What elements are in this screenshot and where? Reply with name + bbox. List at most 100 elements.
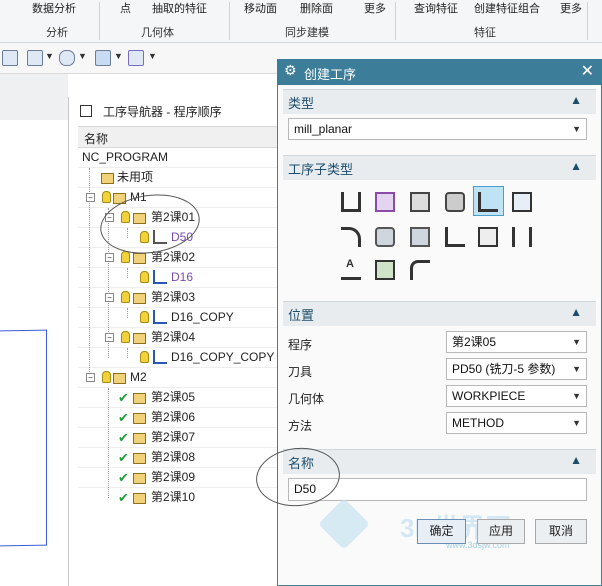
type-select[interactable]: mill_planar ▼ <box>288 118 587 140</box>
cube-icon[interactable] <box>95 50 111 66</box>
planar-text-icon[interactable]: A <box>341 258 361 280</box>
folder-icon <box>133 473 146 484</box>
shading-icon[interactable] <box>59 50 75 66</box>
face-milling-icon[interactable] <box>410 192 430 212</box>
ribbon-move-face[interactable]: 移动面 <box>244 0 277 16</box>
tree-row-nc-program[interactable]: NC_PROGRAM <box>82 147 168 167</box>
folder-icon <box>133 413 146 424</box>
collapse-icon[interactable]: − <box>105 253 114 262</box>
chevron-down-icon[interactable]: ▼ <box>148 51 157 61</box>
ribbon-create-feature-group[interactable]: 创建特征组合 <box>474 0 540 16</box>
ribbon-group-analysis: 分析 <box>46 27 68 39</box>
check-icon: ✔ <box>118 410 129 425</box>
cancel-button[interactable]: 取消 <box>535 519 587 544</box>
part-outline <box>0 329 47 547</box>
tree-row-lesson-09[interactable]: 第2课09 <box>151 467 195 487</box>
floor-wall-icon[interactable] <box>341 192 361 212</box>
chevron-down-icon[interactable]: ▼ <box>114 51 123 61</box>
collapse-up-icon[interactable]: ▲ <box>570 453 582 467</box>
tree-row-lesson-05[interactable]: 第2课05 <box>151 387 195 407</box>
folder-icon <box>101 173 114 184</box>
finish-walls-icon[interactable] <box>375 227 395 247</box>
ribbon-query-feature[interactable]: 查询特征 <box>414 0 458 16</box>
geometry-select[interactable]: WORKPIECE ▼ <box>446 385 587 407</box>
method-select[interactable]: METHOD ▼ <box>446 412 587 434</box>
chevron-down-icon[interactable]: ▼ <box>78 51 87 61</box>
tool-label: 刀具 <box>288 365 313 379</box>
bulb-icon <box>121 251 130 263</box>
check-icon: ✔ <box>118 470 129 485</box>
folder-icon <box>133 453 146 464</box>
tree-row-lesson-03[interactable]: 第2课03 <box>151 287 195 307</box>
column-header[interactable]: 名称 <box>78 126 280 148</box>
section-location-header[interactable]: ▲ <box>283 301 596 326</box>
bulb-icon <box>140 311 149 323</box>
bulb-icon <box>121 331 130 343</box>
tree-row-unused[interactable]: 未用项 <box>117 167 153 187</box>
calendar-icon[interactable] <box>27 50 43 66</box>
chevron-down-icon[interactable]: ▼ <box>45 51 54 61</box>
collapse-icon[interactable]: − <box>86 373 95 382</box>
collapse-up-icon[interactable]: ▲ <box>570 159 582 173</box>
face-milling-manual-icon[interactable] <box>445 192 465 212</box>
section-subtype-label: 工序子类型 <box>288 162 354 177</box>
check-icon: ✔ <box>118 490 129 505</box>
planar-mill-icon[interactable] <box>478 192 498 212</box>
view-icon[interactable] <box>2 50 18 66</box>
tree-row-lesson-07[interactable]: 第2课07 <box>151 427 195 447</box>
tree-row-lesson-04[interactable]: 第2课04 <box>151 327 195 347</box>
tool-select[interactable]: PD50 (铣刀-5 参数) ▼ <box>446 358 587 380</box>
ok-button[interactable]: 确定 <box>417 519 466 544</box>
tree-row-lesson-10[interactable]: 第2课10 <box>151 487 195 507</box>
column-header-name: 名称 <box>84 132 109 146</box>
tree-row-m2[interactable]: M2 <box>130 367 147 387</box>
method-select-value: METHOD <box>452 416 504 430</box>
floor-wall-ipw-icon[interactable] <box>375 192 395 212</box>
thread-milling-icon[interactable] <box>512 227 532 247</box>
apply-button[interactable]: 应用 <box>477 519 525 544</box>
close-icon[interactable]: ✕ <box>581 61 594 81</box>
navigator-toggle-icon[interactable] <box>80 105 92 117</box>
collapse-icon[interactable]: − <box>105 333 114 342</box>
program-select[interactable]: 第2课05 ▼ <box>446 331 587 353</box>
collapse-up-icon[interactable]: ▲ <box>570 93 582 107</box>
tree-row-d16-copy[interactable]: D16_COPY <box>171 307 234 327</box>
ribbon-more-2[interactable]: 更多 <box>560 0 582 16</box>
tree-row-lesson-08[interactable]: 第2课08 <box>151 447 195 467</box>
tree-row-lesson-06[interactable]: 第2课06 <box>151 407 195 427</box>
folder-icon <box>133 333 146 344</box>
section-type-label: 类型 <box>288 96 315 111</box>
planar-profile-icon[interactable] <box>512 192 532 212</box>
filter-icon[interactable] <box>128 50 144 66</box>
ribbon-delete-face[interactable]: 删除面 <box>300 0 333 16</box>
ribbon-group-geometry: 几何体 <box>141 27 174 39</box>
tree-row-d16[interactable]: D16 <box>171 267 193 287</box>
groove-milling-icon[interactable] <box>445 227 465 247</box>
section-type-header[interactable]: ▲ <box>283 89 596 114</box>
bulb-icon <box>102 191 111 203</box>
mill-control-icon[interactable] <box>375 260 395 280</box>
collapse-icon[interactable]: − <box>86 193 95 202</box>
program-label: 程序 <box>288 338 313 352</box>
chevron-down-icon: ▼ <box>572 124 581 134</box>
finish-floor-icon[interactable] <box>410 227 430 247</box>
chevron-down-icon: ▼ <box>572 418 581 428</box>
check-icon: ✔ <box>118 390 129 405</box>
folder-icon <box>133 293 146 304</box>
type-select-value: mill_planar <box>294 122 353 136</box>
hole-milling-icon[interactable] <box>478 227 498 247</box>
dialog-titlebar[interactable]: ⚙ 创建工序 ✕ <box>277 59 602 85</box>
collapse-icon[interactable]: − <box>105 293 114 302</box>
ribbon-extract-feature[interactable]: 抽取的特征 <box>152 0 207 16</box>
mill-user-icon[interactable] <box>410 260 430 280</box>
collapse-up-icon[interactable]: ▲ <box>570 305 582 319</box>
check-icon: ✔ <box>118 450 129 465</box>
navigator-title: 工序导航器 - 程序顺序 <box>103 105 222 119</box>
ribbon-more-1[interactable]: 更多 <box>364 0 386 16</box>
ribbon-point[interactable]: 点 <box>120 0 131 16</box>
chevron-down-icon: ▼ <box>572 391 581 401</box>
ribbon-group-sync-modeling: 同步建模 <box>285 27 329 39</box>
tree-row-d16-copy-copy[interactable]: D16_COPY_COPY <box>171 347 274 367</box>
bulb-icon <box>140 351 149 363</box>
ribbon-data-analysis[interactable]: 数据分析 <box>32 0 76 16</box>
